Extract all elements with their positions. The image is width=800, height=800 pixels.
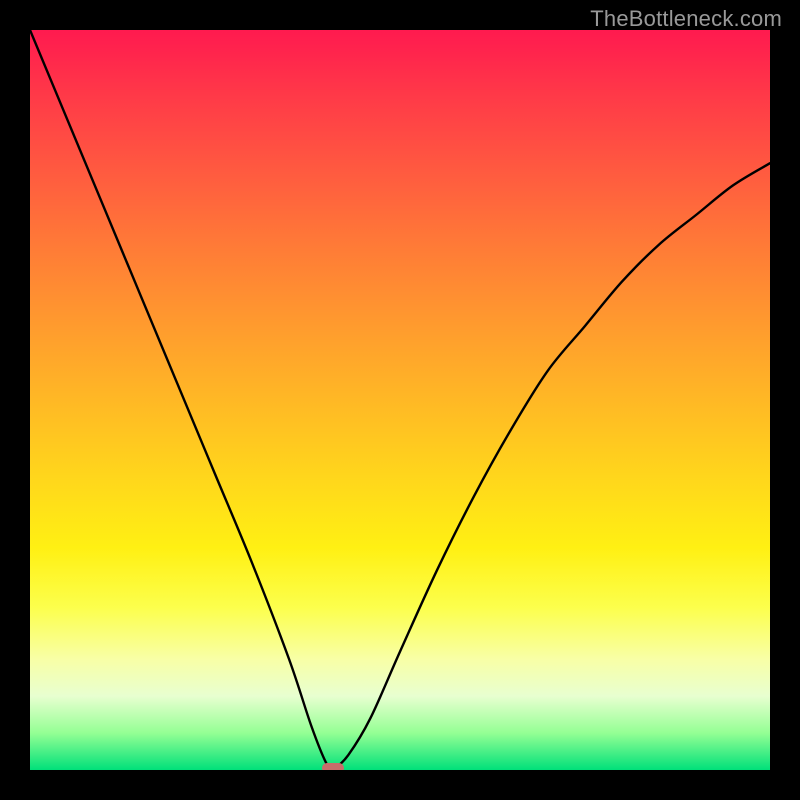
curve-layer: [30, 30, 770, 770]
left-curve: [30, 30, 333, 770]
right-curve: [333, 163, 770, 770]
attribution-text: TheBottleneck.com: [590, 6, 782, 32]
chart-container: TheBottleneck.com: [0, 0, 800, 800]
optimum-marker: [322, 763, 344, 770]
plot-area: [30, 30, 770, 770]
